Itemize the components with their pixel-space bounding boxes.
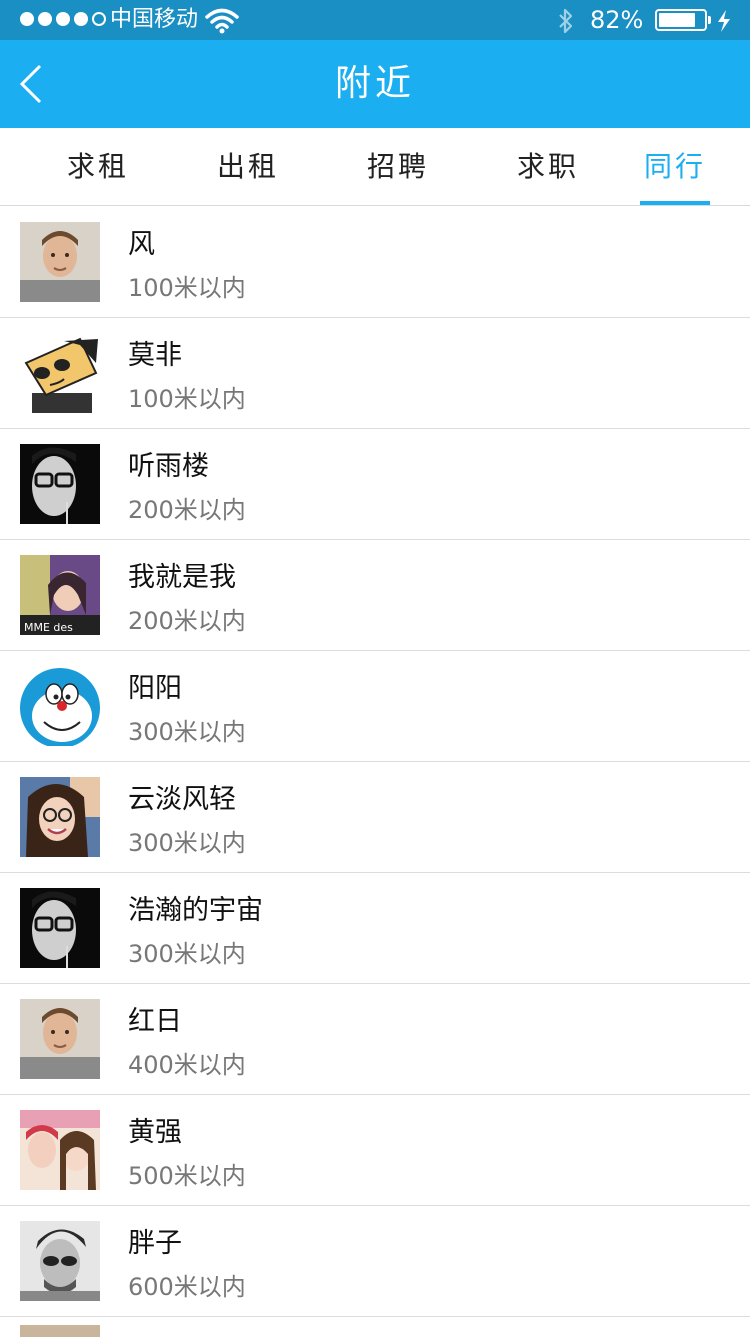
avatar [20, 1110, 100, 1190]
avatar [20, 333, 100, 413]
user-name: 听雨楼 [128, 451, 209, 482]
avatar [20, 222, 100, 302]
charging-bolt-icon [718, 10, 730, 32]
user-distance: 300米以内 [128, 940, 246, 968]
list-item[interactable]: 风 100米以内 [0, 207, 750, 318]
list-item[interactable]: 黄强 500米以内 [0, 1095, 750, 1206]
girl-glasses-avatar-icon [20, 777, 100, 857]
list-item[interactable]: 听雨楼 200米以内 [0, 429, 750, 540]
list-item[interactable]: 红日 400米以内 [0, 984, 750, 1095]
signal-strength-icon [20, 12, 106, 26]
user-distance: 100米以内 [128, 385, 246, 413]
user-distance: 300米以内 [128, 829, 246, 857]
man-portrait-avatar-icon [20, 999, 100, 1079]
user-name: 胖子 [128, 1228, 182, 1259]
bw-glasses-man-avatar-icon [20, 444, 100, 524]
battery-icon [655, 9, 707, 31]
user-name: 黄强 [128, 1117, 182, 1148]
avatar [20, 1221, 100, 1301]
cartoon-sunglasses-avatar-icon [20, 333, 100, 413]
list-item[interactable]: 浩瀚的宇宙 300米以内 [0, 873, 750, 984]
user-name: 莫非 [128, 340, 182, 371]
list-item[interactable]: 莫非 100米以内 [0, 318, 750, 429]
list-item[interactable]: 胖子 600米以内 [0, 1206, 750, 1317]
svg-text:MME des: MME des [24, 621, 73, 634]
status-bar: 中国移动 82% [0, 0, 750, 40]
user-name: 云淡风轻 [128, 784, 236, 815]
tab-chuzu[interactable]: 出租 [173, 128, 323, 206]
battery-nub [708, 16, 711, 24]
bluetooth-icon [559, 8, 573, 34]
list-item[interactable]: 阳阳 300米以内 [0, 651, 750, 762]
wifi-icon [205, 8, 239, 34]
list-item[interactable]: MME des 我就是我 200米以内 [0, 540, 750, 651]
user-name: 浩瀚的宇宙 [128, 895, 263, 926]
user-name: 阳阳 [128, 673, 182, 704]
user-distance: 200米以内 [128, 496, 246, 524]
man-sunglasses-avatar-icon [20, 1221, 100, 1301]
avatar [20, 444, 100, 524]
active-tab-indicator [640, 201, 710, 205]
tab-bar: 求租 出租 招聘 求职 同行 [0, 128, 750, 206]
avatar [20, 666, 100, 746]
list-item[interactable]: 云淡风轻 300米以内 [0, 762, 750, 873]
user-distance: 300米以内 [128, 718, 246, 746]
tab-zhaopin[interactable]: 招聘 [323, 128, 473, 206]
carrier-name: 中国移动 [110, 7, 199, 32]
user-distance: 100米以内 [128, 274, 246, 302]
girl-purple-avatar-icon: MME des [20, 555, 100, 635]
list-item-partial [0, 1317, 750, 1337]
avatar [20, 777, 100, 857]
bw-glasses-man-avatar-icon [20, 888, 100, 968]
user-name: 红日 [128, 1006, 182, 1037]
man-portrait-avatar-icon [20, 222, 100, 302]
battery-fill [659, 13, 696, 27]
tab-qiuzu[interactable]: 求租 [23, 128, 173, 206]
avatar [20, 888, 100, 968]
page-title: 附近 [334, 63, 415, 104]
avatar: MME des [20, 555, 100, 635]
avatar [20, 999, 100, 1079]
avatar [20, 1325, 100, 1337]
battery-percent: 82% [590, 6, 644, 34]
user-distance: 400米以内 [128, 1051, 246, 1079]
nearby-user-list: 风 100米以内 莫非 100米以内 听雨楼 200米以内 MME des 我就… [0, 207, 750, 1337]
user-distance: 600米以内 [128, 1273, 246, 1301]
tab-tongxing[interactable]: 同行 [600, 128, 750, 206]
nav-bar: 附近 [0, 40, 750, 128]
user-distance: 500米以内 [128, 1162, 246, 1190]
doraemon-avatar-icon [20, 666, 100, 746]
user-distance: 200米以内 [128, 607, 246, 635]
girls-selfie-avatar-icon [20, 1110, 100, 1190]
user-name: 风 [128, 229, 155, 260]
user-name: 我就是我 [128, 562, 236, 593]
